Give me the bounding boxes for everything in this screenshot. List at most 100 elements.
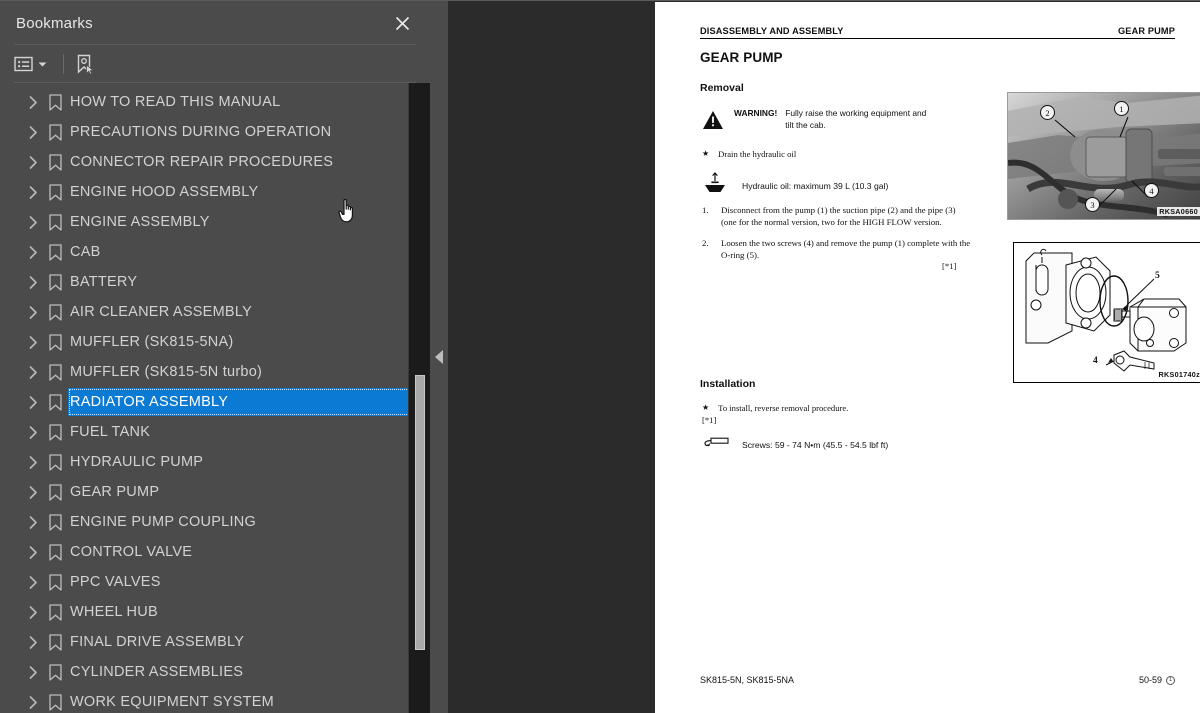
bookmark-item[interactable]: FUEL TANK [0, 417, 408, 447]
expand-chevron-icon[interactable] [24, 275, 42, 289]
bookmark-item[interactable]: MUFFLER (SK815-5NA) [0, 327, 408, 357]
bookmark-label: CAB [70, 243, 101, 260]
bookmark-label: GEAR PUMP [70, 483, 160, 500]
bookmark-item[interactable]: RADIATOR ASSEMBLY [0, 387, 430, 417]
step-number: 2. [702, 238, 709, 248]
step-text: Disconnect from the pump (1) the suction… [721, 205, 956, 227]
callout-2: 2 [1040, 105, 1055, 120]
warning-block: WARNING! Fully raise the working equipme… [702, 108, 964, 135]
running-head-left: DISASSEMBLY AND ASSEMBLY [700, 26, 844, 36]
panel-splitter[interactable] [430, 0, 448, 713]
close-icon[interactable] [390, 11, 414, 35]
bookmark-label: FINAL DRIVE ASSEMBLY [70, 633, 245, 650]
expand-chevron-icon[interactable] [24, 605, 42, 619]
expand-chevron-icon[interactable] [24, 365, 42, 379]
bookmark-item[interactable]: BATTERY [0, 267, 408, 297]
bookmarks-list-container: HOW TO READ THIS MANUAL PRECAUTIONS DURIN… [0, 83, 430, 713]
bookmark-label: BATTERY [70, 273, 138, 290]
page-footer: SK815-5N, SK815-5NA 50-59 1 [700, 675, 1175, 685]
expand-chevron-icon[interactable] [24, 515, 42, 529]
bookmark-icon [42, 243, 68, 261]
bookmarks-scrollbar[interactable] [408, 83, 430, 713]
reference-mark-install: [*1] [702, 415, 717, 425]
warning-text: Fully raise the working equipment and ti… [785, 108, 927, 130]
callout-5: 5 [1155, 271, 1160, 281]
expand-chevron-icon[interactable] [24, 485, 42, 499]
bookmark-icon [42, 153, 68, 171]
footer-page-number: 50-59 1 [1139, 675, 1175, 685]
bookmark-icon [42, 663, 68, 681]
expand-chevron-icon[interactable] [24, 575, 42, 589]
drain-note-text: Drain the hydraulic oil [718, 149, 797, 159]
bookmark-icon [42, 603, 68, 621]
footer-models: SK815-5N, SK815-5NA [700, 675, 795, 685]
bookmark-item[interactable]: ENGINE ASSEMBLY [0, 207, 408, 237]
expand-chevron-icon[interactable] [24, 425, 42, 439]
expand-chevron-icon[interactable] [24, 335, 42, 349]
document-page: DISASSEMBLY AND ASSEMBLY GEAR PUMP GEAR … [655, 2, 1200, 713]
figure-code: RKSA0660 [1157, 207, 1200, 216]
bookmark-item[interactable]: FINAL DRIVE ASSEMBLY [0, 627, 408, 657]
bookmark-item[interactable]: HOW TO READ THIS MANUAL [0, 87, 408, 117]
expand-chevron-icon[interactable] [24, 305, 42, 319]
collapse-left-arrow-icon[interactable] [435, 350, 443, 364]
bookmark-icon [42, 273, 68, 291]
bookmark-item[interactable]: WHEEL HUB [0, 597, 408, 627]
bookmark-label: AIR CLEANER ASSEMBLY [70, 303, 253, 320]
bookmark-item[interactable]: AIR CLEANER ASSEMBLY [0, 297, 408, 327]
install-note: ★ To install, reverse removal procedure. [702, 403, 848, 413]
bookmark-icon [42, 513, 68, 531]
expand-chevron-icon[interactable] [24, 185, 42, 199]
expand-chevron-icon[interactable] [24, 395, 42, 409]
new-bookmark-icon[interactable] [74, 50, 96, 78]
expand-chevron-icon[interactable] [24, 95, 42, 109]
expand-chevron-icon[interactable] [24, 695, 42, 709]
running-head: DISASSEMBLY AND ASSEMBLY GEAR PUMP [700, 26, 1175, 39]
warning-triangle-icon [702, 108, 724, 135]
bookmark-item[interactable]: GEAR PUMP [0, 477, 408, 507]
expand-chevron-icon[interactable] [24, 245, 42, 259]
expand-chevron-icon[interactable] [24, 455, 42, 469]
bookmark-item[interactable]: WORK EQUIPMENT SYSTEM [0, 687, 408, 713]
bookmark-item[interactable]: PRECAUTIONS DURING OPERATION [0, 117, 408, 147]
section-heading-removal: Removal [700, 82, 744, 94]
bookmark-item[interactable]: PPC VALVES [0, 567, 408, 597]
bookmark-icon [42, 333, 68, 351]
bookmarks-list: HOW TO READ THIS MANUAL PRECAUTIONS DURIN… [0, 83, 430, 713]
bookmark-icon [42, 363, 68, 381]
expand-chevron-icon[interactable] [24, 155, 42, 169]
bookmark-item[interactable]: CAB [0, 237, 408, 267]
expand-chevron-icon[interactable] [24, 635, 42, 649]
bookmark-item[interactable]: MUFFLER (SK815-5N turbo) [0, 357, 408, 387]
bookmarks-panel-header: Bookmarks [0, 1, 430, 45]
scrollbar-thumb[interactable] [415, 375, 425, 650]
bookmark-item[interactable]: CONNECTOR REPAIR PROCEDURES [0, 147, 408, 177]
bookmark-icon [42, 693, 68, 711]
bookmark-options-icon[interactable] [14, 50, 36, 78]
expand-chevron-icon[interactable] [24, 665, 42, 679]
callout-4: 4 [1093, 356, 1098, 366]
bookmarks-toolbar [0, 45, 430, 83]
screws-torque-text: Screws: 59 - 74 N•m (45.5 - 54.5 lbf ft) [742, 439, 889, 450]
oil-capacity-spec: Hydraulic oil: maximum 39 L (10.3 gal) [702, 172, 888, 199]
running-head-right: GEAR PUMP [1118, 26, 1175, 36]
bookmark-item[interactable]: HYDRAULIC PUMP [0, 447, 408, 477]
bookmark-item[interactable]: ENGINE PUMP COUPLING [0, 507, 408, 537]
bookmark-icon [42, 633, 68, 651]
bookmark-item[interactable]: CYLINDER ASSEMBLIES [0, 657, 408, 687]
expand-chevron-icon[interactable] [24, 545, 42, 559]
bookmark-item[interactable]: CONTROL VALVE [0, 537, 408, 567]
bookmark-icon [42, 423, 68, 441]
chevron-down-icon[interactable] [36, 50, 53, 78]
oil-capacity-icon [702, 172, 728, 199]
callout-3: 3 [1085, 197, 1100, 212]
removal-step-1: 1. Disconnect from the pump (1) the suct… [702, 205, 971, 229]
document-viewer: DISASSEMBLY AND ASSEMBLY GEAR PUMP GEAR … [448, 0, 1200, 713]
expand-chevron-icon[interactable] [24, 125, 42, 139]
bookmark-label: PRECAUTIONS DURING OPERATION [70, 123, 332, 140]
bookmark-label: PPC VALVES [70, 573, 161, 590]
callout-1: 1 [1114, 101, 1129, 116]
expand-chevron-icon[interactable] [24, 215, 42, 229]
bookmark-item[interactable]: ENGINE HOOD ASSEMBLY [0, 177, 408, 207]
page-mark-icon: 1 [1166, 675, 1175, 685]
